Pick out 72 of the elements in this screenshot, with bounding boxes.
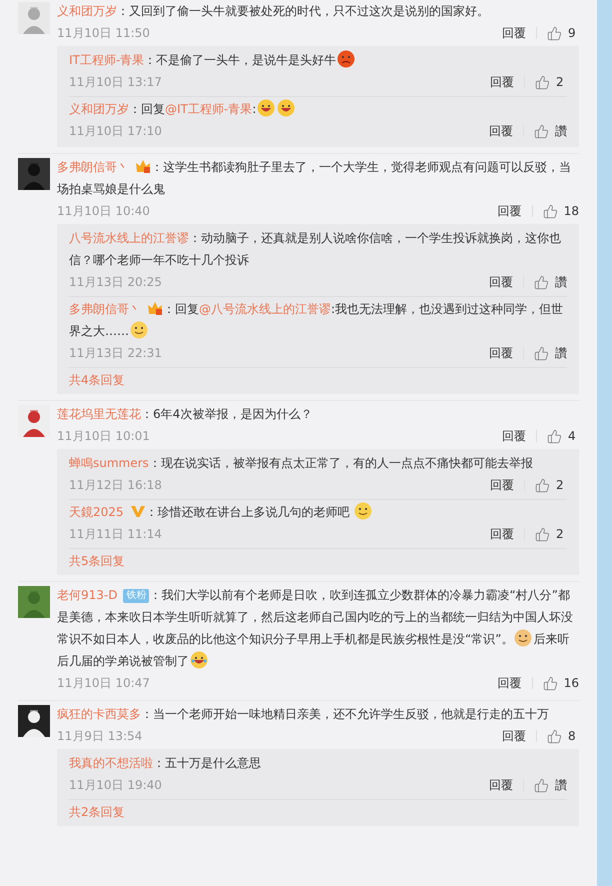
reply-button[interactable]: 回覆 bbox=[490, 526, 514, 542]
laughing-face-icon bbox=[257, 99, 276, 117]
like-button[interactable]: 8 bbox=[547, 728, 579, 744]
like-button[interactable]: 讚 bbox=[534, 274, 567, 290]
reply-button[interactable]: 回覆 bbox=[498, 202, 522, 220]
like-button[interactable]: 18 bbox=[542, 204, 579, 218]
like-button[interactable]: 2 bbox=[535, 526, 567, 542]
crown-badge-icon bbox=[147, 300, 163, 316]
comment-time: 11月10日 10:01 bbox=[57, 428, 151, 444]
like-button[interactable]: 16 bbox=[542, 676, 579, 690]
thumbs-up-icon bbox=[547, 26, 562, 40]
comment-time: 11月10日 17:10 bbox=[69, 122, 163, 140]
comment-time: 11月12日 16:18 bbox=[69, 476, 163, 494]
comment-text: IT工程师-青果：不是偷了一头牛，是说牛是头好牛 bbox=[69, 49, 567, 71]
comment-text: 莲花坞里无莲花：6年4次被举报，是因为什么？ bbox=[57, 406, 314, 423]
like-button[interactable]: 2 bbox=[535, 74, 567, 90]
thumbs-up-icon bbox=[535, 478, 550, 492]
thumbs-up-icon bbox=[535, 526, 550, 542]
comment-text: 义和团万岁：又回到了偷一头牛就要被处死的时代，只不过这次是说别的国家好。 bbox=[57, 3, 490, 20]
like-button[interactable]: 讚 bbox=[534, 122, 567, 140]
comment-time: 11月10日 19:40 bbox=[69, 776, 163, 794]
comment-text: 多弗朗信哥丶 ：回复@八号流水线上的江誉谬:我也无法理解，也没遇到过这种同学，但世界之大…… bbox=[69, 299, 564, 341]
tears-of-joy-icon bbox=[190, 651, 208, 669]
comment-text: 蝉鳴summers：现在说实话，被举报有点太正常了，有的人一点点不痛快都可能去举报 bbox=[69, 455, 534, 472]
reply-button[interactable]: 回覆 bbox=[490, 476, 514, 494]
comment-time: 11月10日 11:50 bbox=[57, 24, 151, 42]
thumbs-up-icon bbox=[535, 74, 550, 90]
like-button[interactable]: 讚 bbox=[534, 776, 567, 794]
tongue-face-icon bbox=[130, 321, 148, 339]
like-button[interactable]: 2 bbox=[535, 478, 567, 492]
thumbs-up-icon bbox=[547, 728, 562, 744]
reply-button[interactable]: 回覆 bbox=[502, 24, 526, 42]
angry-face-icon bbox=[337, 50, 356, 68]
reply-button[interactable]: 回覆 bbox=[489, 122, 513, 140]
comment-time: 11月10日 10:47 bbox=[57, 674, 151, 692]
comment-time: 11月10日 13:17 bbox=[69, 74, 163, 90]
fan-badge: 铁粉 bbox=[123, 589, 150, 603]
like-button[interactable]: 4 bbox=[547, 428, 579, 444]
crown-badge-icon bbox=[135, 158, 151, 174]
like-button[interactable]: 讚 bbox=[534, 344, 567, 362]
like-button[interactable]: 9 bbox=[547, 26, 579, 40]
thumbs-up-icon bbox=[534, 778, 549, 792]
verified-badge-icon bbox=[130, 503, 146, 519]
comment-text: 天鏡2025 ：珍惜还敢在讲台上多说几句的老师吧 bbox=[69, 501, 567, 523]
thumbs-up-icon bbox=[542, 676, 558, 690]
scrollbar[interactable] bbox=[597, 0, 612, 886]
comment-text: 多弗朗信哥丶 ：这学生书都读狗肚子里去了，一个大学生，觉得老师观点有问题可以反驳，当场拍桌骂娘是什么鬼 bbox=[57, 157, 572, 198]
reply-button[interactable]: 回覆 bbox=[489, 344, 513, 362]
thumbs-up-icon bbox=[534, 274, 549, 290]
thumbs-up-icon bbox=[547, 428, 562, 444]
reply-button[interactable]: 回覆 bbox=[490, 74, 514, 90]
reply-button[interactable]: 回覆 bbox=[502, 428, 526, 444]
smiley-face-icon bbox=[354, 502, 372, 520]
reply-button[interactable]: 回覆 bbox=[498, 674, 522, 692]
reply-button[interactable]: 回覆 bbox=[502, 728, 526, 744]
thumbs-up-icon bbox=[534, 346, 549, 360]
comment-time: 11月13日 22:31 bbox=[69, 344, 163, 362]
comment-time: 11月9日 13:54 bbox=[57, 728, 144, 744]
comment-text: 义和团万岁：回复@IT工程师-青果: bbox=[69, 98, 567, 120]
comment-text: 八号流水线上的江誉谬：动动脑子，还真就是别人说啥你信啥，一个学生投诉就换岗，这你也信？哪个老师一年不吃十几个投诉 bbox=[69, 230, 562, 269]
comment-time: 11月13日 20:25 bbox=[69, 274, 163, 290]
thumbs-up-icon bbox=[542, 204, 558, 218]
laughing-face-icon bbox=[277, 99, 296, 117]
thumbs-up-icon bbox=[534, 124, 549, 138]
dog-face-icon bbox=[514, 629, 532, 647]
comment-time: 11月10日 10:40 bbox=[57, 202, 151, 220]
comment-time: 11月11日 11:14 bbox=[69, 526, 163, 542]
reply-button[interactable]: 回覆 bbox=[489, 274, 513, 290]
comment-text: 我真的不想活啦：五十万是什么意思 bbox=[69, 755, 262, 772]
comment-text: 老何913-D 铁粉 ：我们大学以前有个老师是日吹，吹到连孤立少数群体的冷暴力霸凌“村八分”都是美德，本来吹日本学生听听就算了，然后这老师自己国内吃的亏上的当都统一归结为中国人坏没常识不如日本人，收废品的比他这个知识分子早用上手机都是民族劣根性是没“常识”。 后来听后几届的学弟说被管制了 bbox=[57, 587, 574, 671]
comment-text: 疯狂的卡西莫多：当一个老师开始一味地精日亲美，还不允许学生反驳，他就是行走的五十万 bbox=[57, 706, 550, 723]
reply-button[interactable]: 回覆 bbox=[489, 776, 513, 794]
